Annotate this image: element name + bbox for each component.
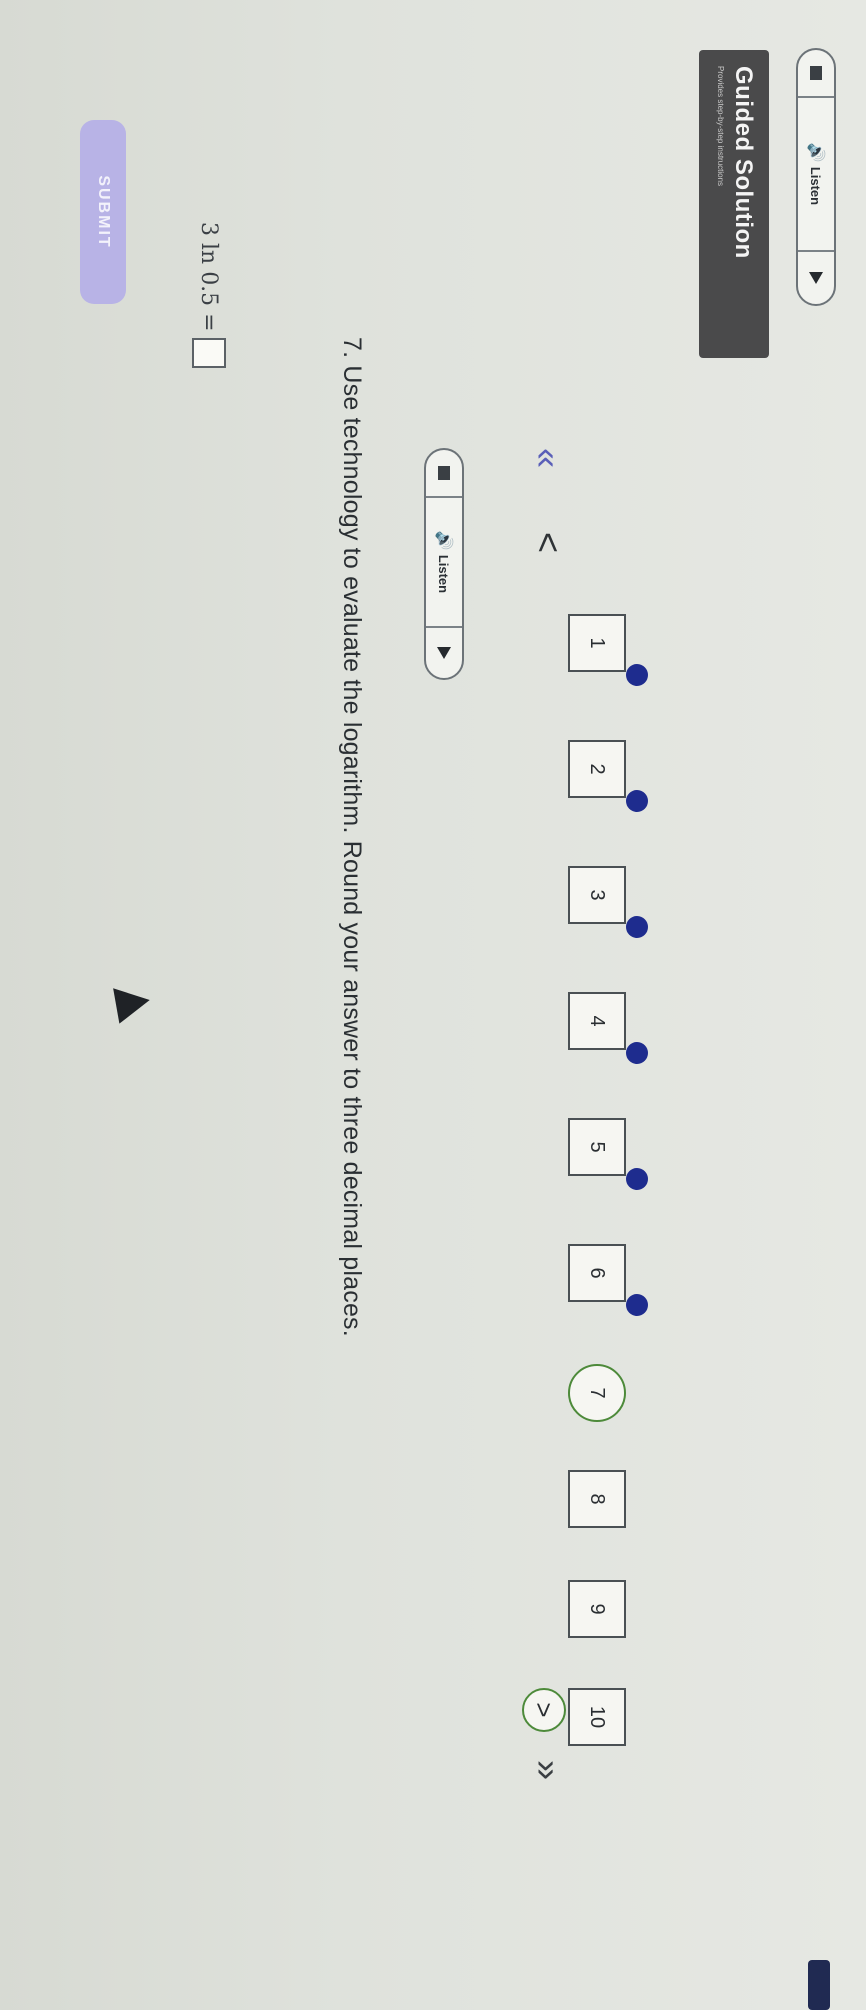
question-8-button[interactable]: 8 [568, 1470, 626, 1528]
question-7-button[interactable]: 7 [568, 1364, 626, 1422]
answered-dot [626, 664, 648, 686]
first-question-button[interactable]: « [528, 448, 569, 468]
play-icon [437, 647, 451, 659]
top-listen-toolbar: 🔊 Listen [796, 48, 836, 306]
previous-question-button[interactable]: < [528, 532, 569, 553]
answered-dot [626, 790, 648, 812]
listen-label: Listen [808, 166, 824, 206]
question-10-button[interactable]: 10 [568, 1688, 626, 1746]
listen-button[interactable]: 🔊 Listen [798, 98, 834, 252]
next-question-button[interactable]: > [522, 1688, 566, 1732]
play-icon [809, 272, 823, 284]
answered-dot [626, 1042, 648, 1064]
math-expression: 3 ln 0.5 = [192, 222, 226, 368]
question-text: 7. Use technology to evaluate the logari… [338, 337, 366, 1337]
answered-dot [626, 1168, 648, 1190]
mouse-cursor-icon [113, 982, 153, 1024]
speaker-icon: 🔊 [435, 530, 452, 551]
play-button[interactable] [426, 628, 462, 678]
last-question-button[interactable]: » [528, 1760, 569, 1780]
stop-button[interactable] [426, 450, 462, 498]
answered-dot [626, 1294, 648, 1316]
corner-widget [808, 1960, 830, 2010]
question-5-button[interactable]: 5 [568, 1118, 626, 1176]
stop-icon [438, 466, 450, 480]
question-2-button[interactable]: 2 [568, 740, 626, 798]
question-9-button[interactable]: 9 [568, 1580, 626, 1638]
answered-dot [626, 916, 648, 938]
expression-text: 3 ln 0.5 = [196, 222, 222, 332]
listen-button[interactable]: 🔊 Listen [426, 498, 462, 628]
play-button[interactable] [798, 252, 834, 304]
question-1-button[interactable]: 1 [568, 614, 626, 672]
stop-button[interactable] [798, 50, 834, 98]
question-6-button[interactable]: 6 [568, 1244, 626, 1302]
speaker-icon: 🔊 [807, 142, 824, 163]
answer-input[interactable] [192, 337, 226, 368]
guided-solution-button[interactable]: Guided Solution Provides step-by-step in… [699, 50, 769, 358]
question-4-button[interactable]: 4 [568, 992, 626, 1050]
rotated-screen: 🔊 Listen Guided Solution Provides step-b… [0, 0, 866, 2010]
listen-label: Listen [436, 554, 452, 594]
submit-button[interactable]: SUBMIT [80, 120, 126, 304]
question-3-button[interactable]: 3 [568, 866, 626, 924]
guided-solution-title: Guided Solution [730, 66, 757, 259]
guided-solution-subtitle: Provides step-by-step instructions [716, 66, 725, 187]
stop-icon [810, 66, 822, 80]
question-listen-toolbar: 🔊 Listen [424, 448, 464, 680]
